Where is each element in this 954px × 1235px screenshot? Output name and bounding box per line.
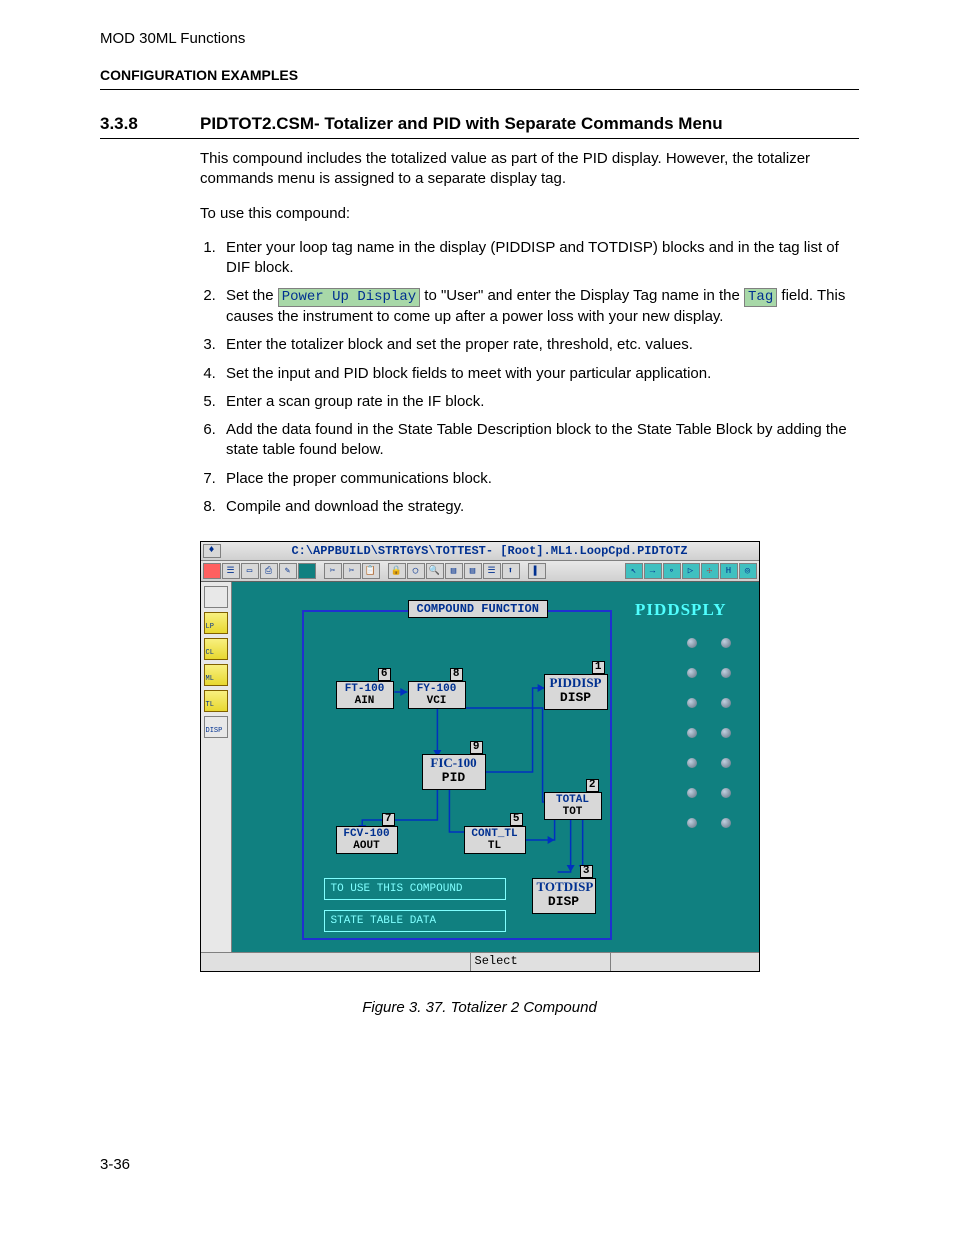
indicator-dot [687, 728, 697, 738]
page-number: 3-36 [100, 1156, 859, 1173]
block-fcv100[interactable]: 7 FCV-100 AOUT [336, 826, 398, 854]
canvas[interactable]: COMPOUND FUNCTION 6 FT-100 AIN 8 FY-100 … [232, 582, 759, 952]
indicator-dot [687, 788, 697, 798]
indicator-dot [687, 638, 697, 648]
toolbar-btn[interactable]: ☩ [701, 563, 719, 579]
steps-list: Enter your loop tag name in the display … [200, 238, 859, 517]
palette-item[interactable] [204, 586, 228, 608]
window-control-icon[interactable]: ♦ [203, 544, 221, 558]
note-use[interactable]: TO USE THIS COMPOUND [324, 878, 506, 900]
compound-title: COMPOUND FUNCTION [408, 600, 548, 618]
indicator-dot [721, 698, 731, 708]
toolbar-btn[interactable]: H [720, 563, 738, 579]
indicator-dot [687, 698, 697, 708]
toolbar-btn[interactable]: ▷ [682, 563, 700, 579]
step-6: Add the data found in the State Table De… [220, 420, 859, 461]
toolbar-btn[interactable]: ∘ [663, 563, 681, 579]
indicator-dot [687, 668, 697, 678]
block-piddisp[interactable]: 1 PIDDISP DISP [544, 674, 608, 710]
block-total[interactable]: 2 TOTAL TOT [544, 792, 602, 820]
block-fy100[interactable]: 8 FY-100 VCI [408, 681, 466, 709]
app-window: ♦ C:\APPBUILD\STRTGYS\TOTTEST- [Root].ML… [200, 541, 760, 972]
indicator-dot [687, 818, 697, 828]
lock-icon[interactable]: 🔒 [388, 563, 406, 579]
toolbar-btn[interactable]: ▭ [241, 563, 259, 579]
step-4: Set the input and PID block fields to me… [220, 364, 859, 384]
toolbar: ☰ ▭ ⎙ ✎ ✂ ✂ 📋 🔒 ◯ 🔍 ▤ ▤ ☰ ⬆ ▌ ↖ [201, 561, 759, 582]
paste-icon[interactable]: 📋 [362, 563, 380, 579]
note-state[interactable]: STATE TABLE DATA [324, 910, 506, 932]
toolbar-btn[interactable]: ▤ [464, 563, 482, 579]
status-bar: Select [201, 952, 759, 971]
tag-chip: Tag [744, 288, 777, 307]
indicator-dot [721, 788, 731, 798]
powerup-chip: Power Up Display [278, 288, 420, 307]
toolbar-btn[interactable]: ⬆ [502, 563, 520, 579]
pointer-icon[interactable]: ↖ [625, 563, 643, 579]
side-title: PIDDSPLY [635, 600, 726, 620]
window-title: C:\APPBUILD\STRTGYS\TOTTEST- [Root].ML1.… [221, 544, 759, 558]
heading-number: 3.3.8 [100, 114, 200, 134]
indicator-dot [721, 728, 731, 738]
block-totdisp[interactable]: 3 TOTDISP DISP [532, 878, 596, 914]
lead-paragraph: To use this compound: [200, 204, 859, 224]
title-bar: ♦ C:\APPBUILD\STRTGYS\TOTTEST- [Root].ML… [201, 542, 759, 561]
palette-item-tl[interactable]: TL [204, 690, 228, 712]
toolbar-btn[interactable]: ✎ [279, 563, 297, 579]
palette: LP CL ML TL DISP [201, 582, 232, 952]
toolbar-btn[interactable]: ☰ [483, 563, 501, 579]
rule [100, 89, 859, 90]
step-1: Enter your loop tag name in the display … [220, 238, 859, 279]
toolbar-btn[interactable]: ▌ [528, 563, 546, 579]
step-2: Set the Power Up Display to "User" and e… [220, 286, 859, 327]
indicator-dot [721, 818, 731, 828]
running-head: MOD 30ML Functions [100, 30, 859, 47]
toolbar-btn[interactable]: ✂ [343, 563, 361, 579]
toolbar-btn[interactable]: ◯ [407, 563, 425, 579]
palette-item-lp[interactable]: LP [204, 612, 228, 634]
step-5: Enter a scan group rate in the IF block. [220, 392, 859, 412]
search-icon[interactable]: 🔍 [426, 563, 444, 579]
block-fic100[interactable]: 9 FIC-100 PID [422, 754, 486, 790]
print-icon[interactable]: ⎙ [260, 563, 278, 579]
intro-paragraph: This compound includes the totalized val… [200, 149, 859, 190]
status-seg [611, 953, 759, 971]
toolbar-btn[interactable] [298, 563, 316, 579]
heading-title: PIDTOT2.CSM- Totalizer and PID with Sepa… [200, 114, 723, 134]
section-label: CONFIGURATION EXAMPLES [100, 67, 859, 83]
status-seg [201, 953, 471, 971]
status-select: Select [471, 953, 611, 971]
block-ft100[interactable]: 6 FT-100 AIN [336, 681, 394, 709]
open-icon[interactable]: ☰ [222, 563, 240, 579]
toolbar-btn[interactable]: ◎ [739, 563, 757, 579]
step-7: Place the proper communications block. [220, 469, 859, 489]
cut-icon[interactable]: ✂ [324, 563, 342, 579]
step-3: Enter the totalizer block and set the pr… [220, 335, 859, 355]
figure-caption: Figure 3. 37. Totalizer 2 Compound [100, 999, 859, 1016]
palette-item-disp[interactable]: DISP [204, 716, 228, 738]
palette-item-ml[interactable]: ML [204, 664, 228, 686]
palette-item-cl[interactable]: CL [204, 638, 228, 660]
toolbar-btn[interactable]: ▤ [445, 563, 463, 579]
indicator-dot [721, 638, 731, 648]
indicator-dot [687, 758, 697, 768]
indicator-dot [721, 758, 731, 768]
block-conttl[interactable]: 5 CONT_TL TL [464, 826, 526, 854]
rule [100, 138, 859, 139]
step-8: Compile and download the strategy. [220, 497, 859, 517]
indicator-dot [721, 668, 731, 678]
toolbar-btn[interactable]: → [644, 563, 662, 579]
toolbar-btn[interactable] [203, 563, 221, 579]
